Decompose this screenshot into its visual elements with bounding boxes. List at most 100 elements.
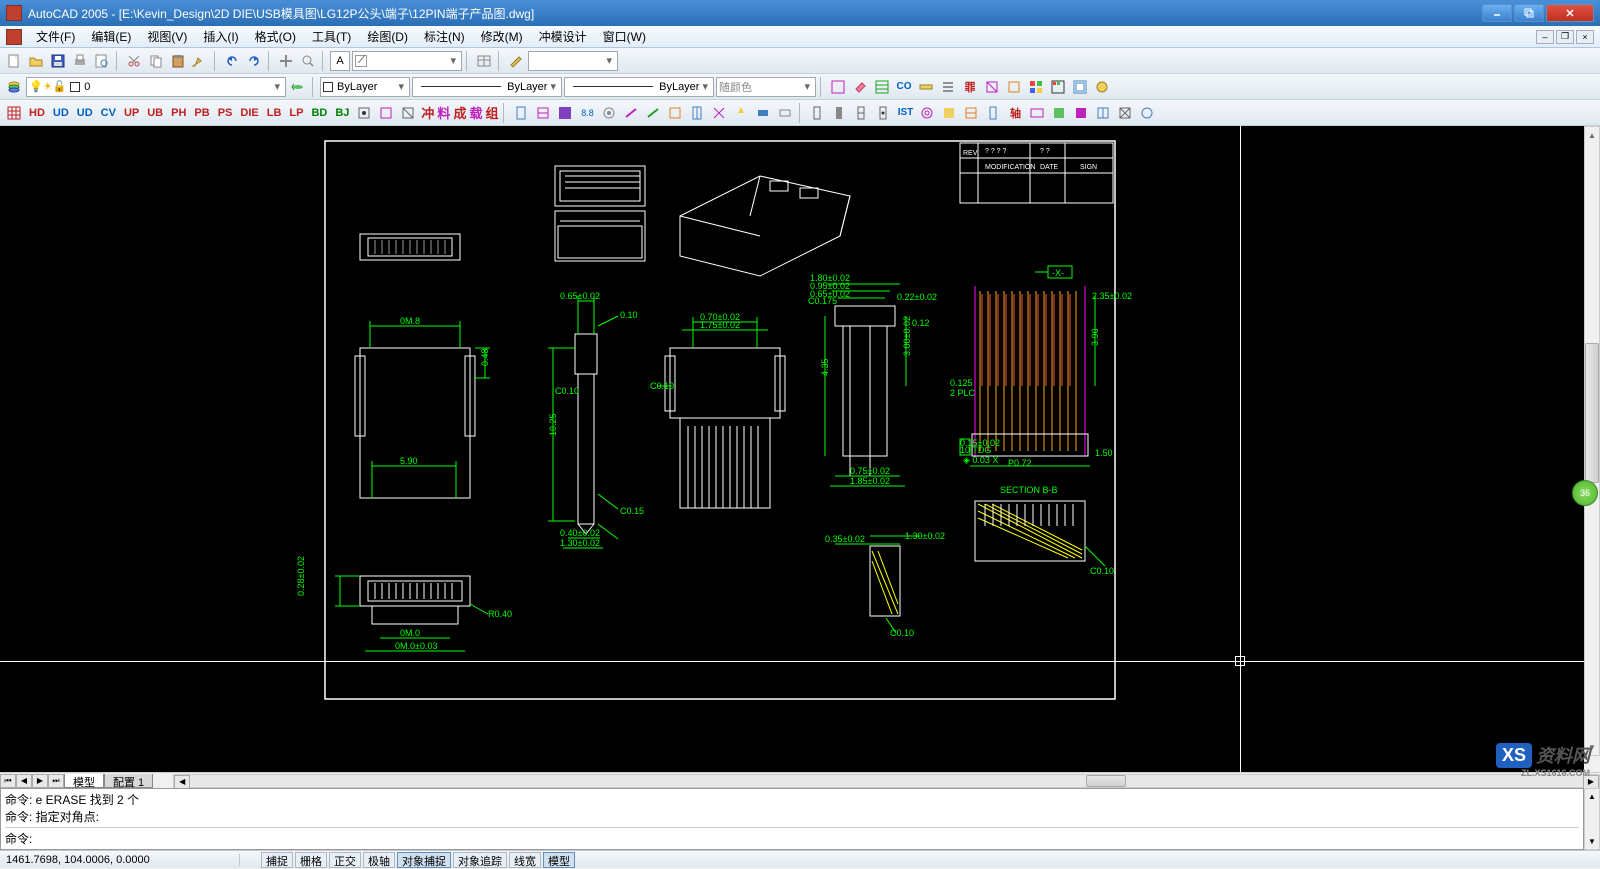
r5-icon[interactable]: IST [895, 103, 915, 123]
annotation-icon[interactable]: 罪 [960, 77, 980, 97]
punch-icon-1[interactable] [354, 103, 374, 123]
menu-insert[interactable]: 插入(I) [195, 28, 246, 45]
menu-format[interactable]: 格式(O) [247, 28, 304, 45]
match-icon[interactable] [190, 51, 210, 71]
custom-btn-pb[interactable]: PB [191, 103, 212, 123]
r15-icon[interactable] [1115, 103, 1135, 123]
zoom-icon[interactable] [298, 51, 318, 71]
horizontal-scrollbar[interactable]: ◀ ▶ [173, 774, 1600, 788]
layer-prev-icon[interactable] [288, 77, 308, 97]
maximize-button[interactable] [1514, 4, 1544, 22]
new-icon[interactable] [4, 51, 24, 71]
punch-icon-3[interactable] [398, 103, 418, 123]
r12-icon[interactable] [1049, 103, 1069, 123]
otrack-toggle[interactable]: 对象追踪 [453, 852, 507, 868]
menu-modify[interactable]: 修改(M) [473, 28, 531, 45]
menu-tools[interactable]: 工具(T) [304, 28, 359, 45]
grid-red-icon[interactable] [4, 103, 24, 123]
measure-icon[interactable] [916, 77, 936, 97]
r16-icon[interactable] [1137, 103, 1157, 123]
r11-icon[interactable] [1027, 103, 1047, 123]
drawing-canvas[interactable]: REV ? ? ? ? ? ? MODIFICATION DATE SIGN [0, 126, 1584, 772]
t6-icon[interactable] [621, 103, 641, 123]
lineweight-combo[interactable]: ByLayer ▾ [564, 77, 714, 97]
command-window[interactable]: 命令: e ERASE 找到 2 个 命令: 指定对角点: 命令: [0, 788, 1584, 850]
r4-icon[interactable] [873, 103, 893, 123]
eraser-icon[interactable] [850, 77, 870, 97]
minimize-button[interactable] [1482, 4, 1512, 22]
t7-icon[interactable] [643, 103, 663, 123]
scroll-up-icon[interactable]: ▲ [1585, 127, 1599, 143]
brush-icon[interactable] [506, 51, 526, 71]
mdi-minimize[interactable]: – [1536, 30, 1554, 44]
tab-model[interactable]: 模型 [64, 774, 104, 788]
print-icon[interactable] [70, 51, 90, 71]
tab-layout1[interactable]: 配置 1 [104, 774, 153, 788]
t11-icon[interactable] [731, 103, 751, 123]
menu-dim[interactable]: 标注(N) [416, 28, 473, 45]
custom-btn-ub[interactable]: UB [144, 103, 166, 123]
t2-icon[interactable] [533, 103, 553, 123]
r9-icon[interactable] [983, 103, 1003, 123]
t9-icon[interactable] [687, 103, 707, 123]
t8-icon[interactable] [665, 103, 685, 123]
paste-icon[interactable] [168, 51, 188, 71]
custom-btn-ph[interactable]: PH [168, 103, 189, 123]
layout-icon[interactable] [1070, 77, 1090, 97]
grid-toggle[interactable]: 栅格 [295, 852, 327, 868]
modelspace-toggle[interactable]: 模型 [543, 852, 575, 868]
ch-btn-2[interactable]: 成 [452, 103, 467, 122]
close-button[interactable] [1546, 4, 1594, 22]
xref-icon[interactable] [828, 77, 848, 97]
punch-icon-2[interactable] [376, 103, 396, 123]
menu-edit[interactable]: 编辑(E) [83, 28, 139, 45]
menu-window[interactable]: 窗口(W) [595, 28, 654, 45]
open-icon[interactable] [26, 51, 46, 71]
plotstyle-combo[interactable]: 随颜色 ▾ [716, 77, 816, 97]
t4-icon[interactable]: 8.8 [577, 103, 597, 123]
tab-last-icon[interactable]: ⏭ [48, 774, 64, 788]
mdi-close[interactable]: × [1576, 30, 1594, 44]
r13-icon[interactable] [1071, 103, 1091, 123]
mod-icon-1[interactable] [982, 77, 1002, 97]
ch-btn-1[interactable]: 料 [436, 103, 451, 122]
r3-icon[interactable] [851, 103, 871, 123]
t1-icon[interactable] [511, 103, 531, 123]
r14-icon[interactable] [1093, 103, 1113, 123]
text-style-button[interactable]: A [330, 51, 350, 71]
table-style-icon[interactable] [474, 51, 494, 71]
t3-icon[interactable] [555, 103, 575, 123]
custom-btn-bj[interactable]: BJ [332, 103, 352, 123]
custom-btn-up[interactable]: UP [121, 103, 142, 123]
palette-icon[interactable] [1048, 77, 1068, 97]
t5-icon[interactable] [599, 103, 619, 123]
hatch-edit-icon[interactable] [872, 77, 892, 97]
tab-prev-icon[interactable]: ◀ [16, 774, 32, 788]
dim-style-combo[interactable]: ⟋▾ [352, 51, 462, 71]
custom-btn-hd[interactable]: HD [26, 103, 48, 123]
osnap-toggle[interactable]: 对象捕捉 [397, 852, 451, 868]
r6-icon[interactable] [917, 103, 937, 123]
custom-btn-lp[interactable]: LP [286, 103, 306, 123]
r7-icon[interactable] [939, 103, 959, 123]
layer-manager-icon[interactable] [4, 77, 24, 97]
menu-draw[interactable]: 绘图(D) [359, 28, 416, 45]
snap-toggle[interactable]: 捕捉 [261, 852, 293, 868]
copy-icon[interactable] [146, 51, 166, 71]
r10-icon[interactable]: 轴 [1005, 103, 1025, 123]
lwt-toggle[interactable]: 线宽 [509, 852, 541, 868]
vertical-scrollbar[interactable]: ▲ ▼ [1584, 126, 1600, 756]
linetype-combo[interactable]: ByLayer ▾ [412, 77, 562, 97]
list-icon[interactable] [938, 77, 958, 97]
cmd-prompt[interactable]: 命令: [5, 830, 1579, 847]
tab-next-icon[interactable]: ▶ [32, 774, 48, 788]
tab-first-icon[interactable]: ⏮ [0, 774, 16, 788]
pan-icon[interactable] [276, 51, 296, 71]
block-icon[interactable] [1026, 77, 1046, 97]
r2-icon[interactable] [829, 103, 849, 123]
ortho-toggle[interactable]: 正交 [329, 852, 361, 868]
floating-badge[interactable]: 36 [1572, 480, 1598, 506]
command-scrollbar[interactable]: ▲▼ [1584, 788, 1600, 850]
scroll-thumb-h[interactable] [1086, 775, 1126, 787]
misc-icon[interactable] [1092, 77, 1112, 97]
